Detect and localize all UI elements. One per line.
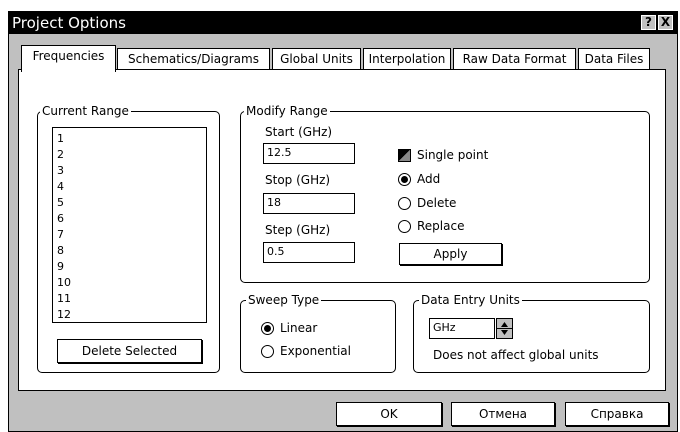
tab-global-units[interactable]: Global Units <box>272 48 361 69</box>
list-item[interactable]: 9 <box>57 260 64 273</box>
delete-radio[interactable] <box>398 197 411 210</box>
tab-frequencies[interactable]: Frequencies <box>21 45 116 72</box>
step-label: Step (GHz) <box>265 223 331 237</box>
window-title: Project Options <box>12 14 126 32</box>
ok-button[interactable]: OK <box>336 402 442 426</box>
tab-schematics-diagrams[interactable]: Schematics/Diagrams <box>117 48 270 69</box>
stop-field[interactable]: 18 <box>263 193 355 214</box>
list-item[interactable]: 3 <box>57 164 64 177</box>
apply-button[interactable]: Apply <box>399 243 502 265</box>
modify-range-label: Modify Range <box>244 104 330 118</box>
list-item[interactable]: 8 <box>57 244 64 257</box>
list-item[interactable]: 2 <box>57 148 64 161</box>
delete-selected-button[interactable]: Delete Selected <box>57 339 202 363</box>
units-field[interactable]: GHz <box>429 318 495 339</box>
exponential-label: Exponential <box>280 344 351 358</box>
exponential-radio[interactable] <box>261 345 274 358</box>
list-item[interactable]: 5 <box>57 196 64 209</box>
list-item[interactable]: 6 <box>57 212 64 225</box>
list-item[interactable]: 7 <box>57 228 64 241</box>
add-label: Add <box>417 172 441 186</box>
linear-radio[interactable] <box>261 322 274 335</box>
cancel-button[interactable]: Отмена <box>451 402 555 426</box>
help-button[interactable]: Справка <box>565 402 669 426</box>
units-note: Does not affect global units <box>433 348 599 362</box>
start-field[interactable]: 12.5 <box>263 143 355 164</box>
stop-label: Stop (GHz) <box>265 173 331 187</box>
sweep-type-group <box>240 300 396 373</box>
start-label: Start (GHz) <box>265 125 333 139</box>
list-item[interactable]: 1 <box>57 132 64 145</box>
add-radio[interactable] <box>398 173 411 186</box>
list-item[interactable]: 11 <box>57 292 71 305</box>
list-item[interactable]: 4 <box>57 180 64 193</box>
step-field[interactable]: 0.5 <box>263 242 355 263</box>
tab-raw-data-format[interactable]: Raw Data Format <box>453 48 576 69</box>
replace-radio[interactable] <box>398 220 411 233</box>
data-entry-units-label: Data Entry Units <box>419 293 522 307</box>
current-range-label: Current Range <box>40 104 131 118</box>
help-icon[interactable]: ? <box>641 15 656 30</box>
list-item[interactable]: 10 <box>57 276 71 289</box>
linear-label: Linear <box>280 321 318 335</box>
sweep-type-label: Sweep Type <box>246 293 322 307</box>
tab-data-files[interactable]: Data Files <box>578 48 650 69</box>
frequency-list[interactable]: 1 2 3 4 5 6 7 8 9 10 11 12 <box>52 127 207 323</box>
delete-label: Delete <box>417 196 457 210</box>
list-item[interactable]: 12 <box>57 308 71 321</box>
units-spinner[interactable] <box>496 318 513 339</box>
close-icon[interactable]: X <box>658 15 673 30</box>
tab-interpolation[interactable]: Interpolation <box>363 48 451 69</box>
single-point-checkbox[interactable] <box>398 149 411 162</box>
spin-arrows-icon[interactable] <box>497 319 512 338</box>
single-point-label: Single point <box>417 148 489 162</box>
replace-label: Replace <box>417 219 465 233</box>
